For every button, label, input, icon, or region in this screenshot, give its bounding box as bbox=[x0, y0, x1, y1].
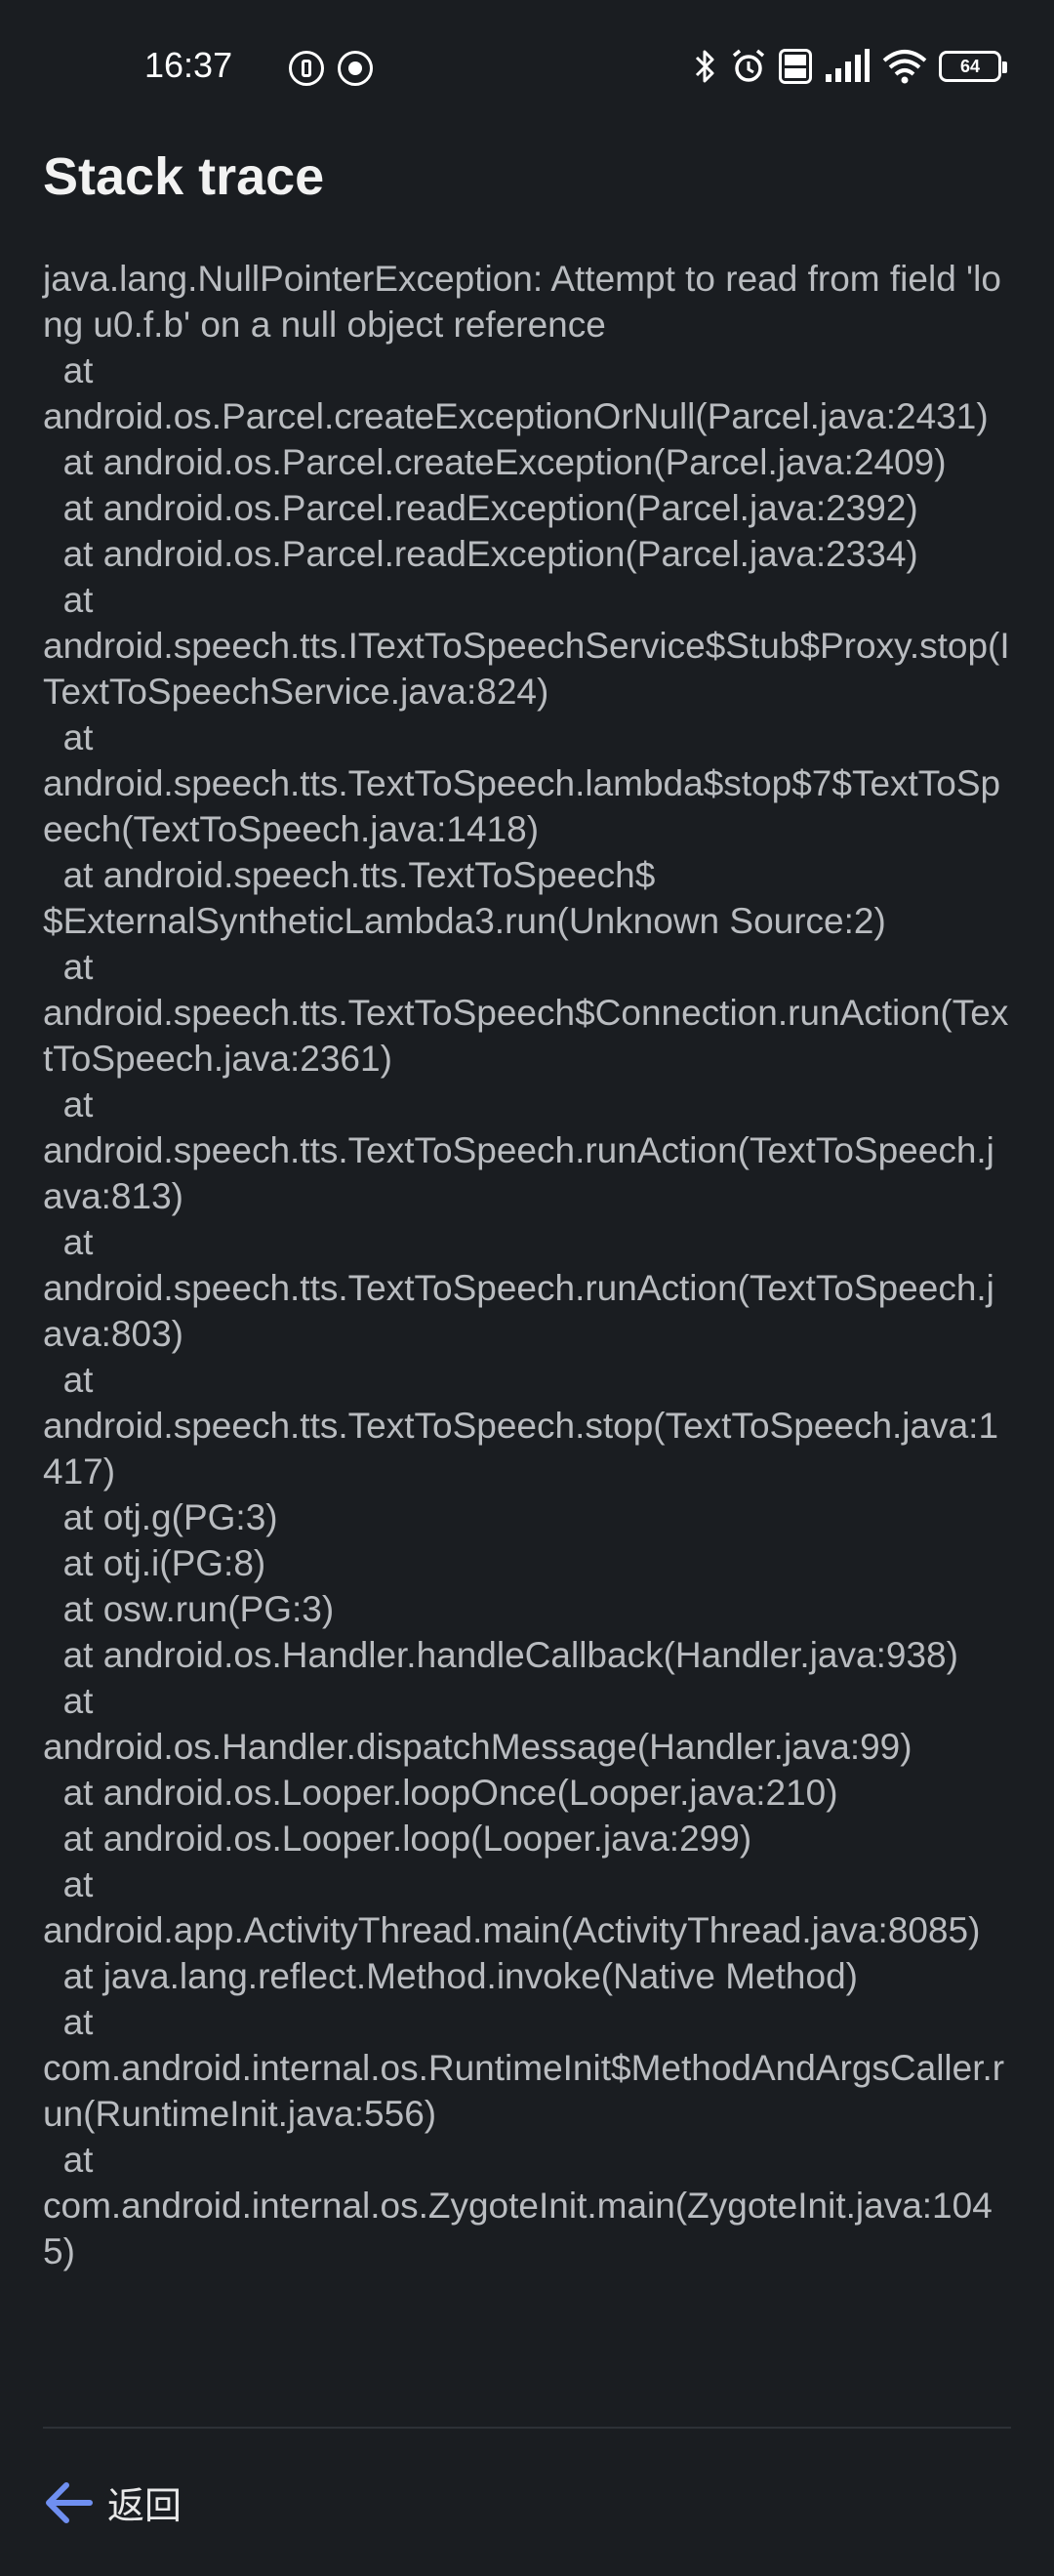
trace-line: android.os.Handler.dispatchMessage(Handl… bbox=[43, 1727, 912, 1767]
trace-line: at bbox=[43, 350, 94, 390]
page-title: Stack trace bbox=[43, 147, 325, 206]
trace-line: at java.lang.reflect.Method.invoke(Nativ… bbox=[43, 1956, 858, 1996]
back-label: 返回 bbox=[107, 2484, 182, 2527]
stack-trace-text: java.lang.NullPointerException: Attempt … bbox=[43, 256, 1011, 2274]
trace-line: at bbox=[43, 2002, 94, 2042]
trace-line: at otj.i(PG:8) bbox=[43, 1543, 266, 1583]
trace-line: com.android.internal.os.RuntimeInit$Meth… bbox=[43, 2048, 1005, 2134]
trace-line: $ExternalSyntheticLambda3.run(Unknown So… bbox=[43, 901, 886, 941]
trace-line: at android.os.Parcel.createException(Par… bbox=[43, 442, 947, 482]
status-left-icons bbox=[289, 51, 373, 86]
trace-line: at android.os.Looper.loopOnce(Looper.jav… bbox=[43, 1773, 838, 1813]
wifi-icon bbox=[882, 50, 927, 84]
trace-line: at android.os.Parcel.readException(Parce… bbox=[43, 488, 918, 528]
trace-line: java.lang.NullPointerException: Attempt … bbox=[43, 259, 1001, 345]
trace-line: at android.os.Parcel.readException(Parce… bbox=[43, 534, 918, 574]
trace-line: at bbox=[43, 580, 94, 620]
trace-line: android.app.ActivityThread.main(Activity… bbox=[43, 1910, 981, 1950]
arrow-left-icon bbox=[46, 2481, 93, 2523]
trace-line: android.speech.tts.TextToSpeech$Connecti… bbox=[43, 993, 1009, 1079]
back-button[interactable]: 返回 bbox=[43, 2475, 182, 2529]
trace-line: at android.speech.tts.TextToSpeech$ bbox=[43, 855, 656, 895]
status-right-icons: 64 bbox=[693, 47, 1007, 86]
bluetooth-icon bbox=[695, 50, 714, 83]
divider bbox=[43, 2427, 1011, 2429]
trace-line: android.speech.tts.TextToSpeech.runActio… bbox=[43, 1268, 994, 1354]
battery-icon: 64 bbox=[939, 51, 1007, 82]
status-time: 16:37 bbox=[144, 45, 233, 85]
trace-line: at bbox=[43, 947, 94, 987]
trace-line: at bbox=[43, 2140, 94, 2180]
trace-line: android.os.Parcel.createExceptionOrNull(… bbox=[43, 396, 989, 436]
trace-line: android.speech.tts.TextToSpeech.lambda$s… bbox=[43, 763, 1001, 849]
trace-line: android.speech.tts.TextToSpeech.stop(Tex… bbox=[43, 1406, 999, 1492]
trace-line: android.speech.tts.ITextToSpeechService$… bbox=[43, 626, 1010, 712]
trace-line: at bbox=[43, 717, 94, 757]
status-bar: 16:37 64 bbox=[0, 0, 1054, 137]
trace-line: at otj.g(PG:3) bbox=[43, 1497, 278, 1537]
trace-line: at bbox=[43, 1360, 94, 1400]
trace-line: com.android.internal.os.ZygoteInit.main(… bbox=[43, 2186, 993, 2271]
trace-line: at bbox=[43, 1864, 94, 1904]
signal-icon bbox=[826, 49, 870, 82]
trace-line: at bbox=[43, 1222, 94, 1262]
vpn-icon bbox=[289, 51, 324, 86]
trace-line: at bbox=[43, 1084, 94, 1124]
volte-icon bbox=[779, 49, 812, 84]
alarm-icon bbox=[732, 49, 765, 82]
trace-line: android.speech.tts.TextToSpeech.runActio… bbox=[43, 1130, 994, 1216]
trace-line: at bbox=[43, 1681, 94, 1721]
trace-line: at android.os.Handler.handleCallback(Han… bbox=[43, 1635, 958, 1675]
trace-line: at osw.run(PG:3) bbox=[43, 1589, 335, 1629]
hotspot-icon bbox=[338, 51, 373, 86]
trace-line: at android.os.Looper.loop(Looper.java:29… bbox=[43, 1819, 752, 1859]
